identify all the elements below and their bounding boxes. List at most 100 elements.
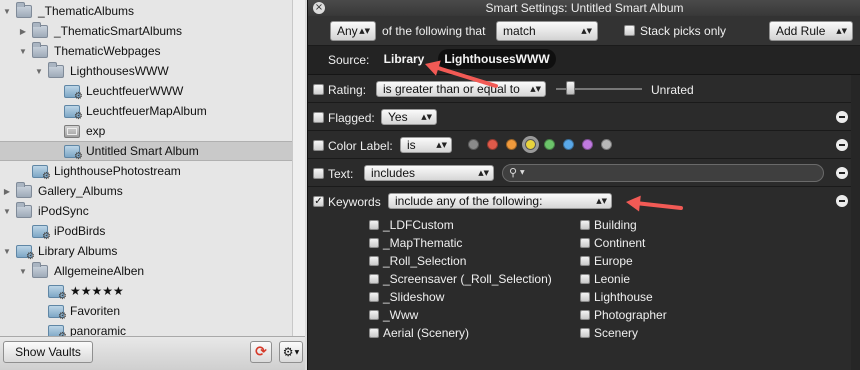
close-icon[interactable]: × — [313, 2, 325, 14]
keyword-label: _Slideshow — [383, 290, 445, 304]
disclosure-collapsed-icon[interactable]: ▶ — [18, 26, 28, 36]
keyword-checkbox[interactable] — [580, 220, 590, 230]
smart-settings-hud: Smart Settings: Untitled Smart Album × A… — [307, 0, 860, 370]
keyword-checkbox[interactable] — [580, 238, 590, 248]
keyword-checkbox[interactable] — [580, 328, 590, 338]
text-checkbox[interactable] — [313, 168, 324, 179]
sidebar-item[interactable]: iPodBirds⚲ — [0, 221, 292, 242]
keyword-checkbox[interactable] — [580, 292, 590, 302]
keyword-checkbox[interactable] — [580, 256, 590, 266]
chevron-down-icon: ▼ — [520, 169, 525, 176]
rating-operator-popup[interactable]: is greater than or equal to ▲▼ — [376, 81, 546, 97]
color-swatch[interactable] — [563, 139, 574, 150]
sidebar-item[interactable]: ▼ iPodSync — [0, 201, 292, 221]
sidebar-item[interactable]: Untitled Smart Album — [0, 141, 292, 162]
disclosure-collapsed-icon[interactable]: ▶ — [2, 186, 12, 196]
sidebar-item[interactable]: ▼ LighthousesWWW — [0, 61, 292, 81]
color-swatch[interactable] — [582, 139, 593, 150]
gear-icon: ⚙ — [282, 345, 294, 359]
hud-scrollbar[interactable] — [851, 75, 860, 370]
sidebar-item[interactable]: ▼ Library Albums — [0, 241, 292, 262]
sync-button[interactable]: ⟳ — [250, 341, 272, 363]
remove-text-rule-button[interactable] — [836, 167, 848, 179]
keywords-checkbox[interactable]: ✓ — [313, 196, 324, 207]
keyword-checkbox[interactable] — [369, 310, 379, 320]
show-vaults-button[interactable]: Show Vaults — [3, 341, 93, 363]
sidebar-item[interactable]: ▼ AllgemeineAlben — [0, 261, 292, 281]
smart-album-icon — [64, 84, 83, 102]
sidebar-item[interactable]: exp4 — [0, 121, 292, 141]
sidebar-item[interactable]: Favoriten⚲ — [0, 301, 292, 322]
sidebar-item[interactable]: LighthousePhotostream⚲ — [0, 161, 292, 182]
sidebar-item[interactable]: ★★★★★⚲ — [0, 281, 292, 302]
sidebar-item-label: _ThematicSmartAlbums — [54, 24, 183, 38]
flagged-label: Flagged: — [328, 111, 375, 125]
folder-icon — [32, 21, 48, 38]
remove-color-label-rule-button[interactable] — [836, 139, 848, 151]
sidebar-item[interactable]: ▼ _ThematicAlbums — [0, 1, 292, 21]
color-swatch[interactable] — [506, 139, 517, 150]
color-label-operator-popup[interactable]: is ▲▼ — [400, 137, 452, 153]
smart-album-icon — [64, 104, 83, 122]
keyword-checkbox[interactable] — [369, 238, 379, 248]
source-lighthouseswww-tab[interactable]: LighthousesWWW — [438, 49, 556, 69]
disclosure-expanded-icon[interactable]: ▼ — [18, 266, 28, 276]
remove-keywords-rule-button[interactable] — [836, 195, 848, 207]
add-rule-button[interactable]: Add Rule ▲▼ — [769, 21, 853, 41]
disclosure-expanded-icon[interactable]: ▼ — [2, 206, 12, 216]
keyword-checkbox[interactable] — [369, 220, 379, 230]
keyword-label: _Roll_Selection — [383, 254, 467, 268]
sidebar-item[interactable]: panoramic⚲ — [0, 321, 292, 336]
sidebar-item[interactable]: LeuchtfeuerMapAlbum⚲ — [0, 101, 292, 122]
sidebar-item[interactable]: ▶ _ThematicSmartAlbums — [0, 21, 292, 41]
action-menu-button[interactable]: ⚙ ▼ — [279, 341, 303, 363]
chevron-updown-icon: ▲▼ — [836, 27, 847, 35]
keyword-checkbox[interactable] — [580, 310, 590, 320]
rating-slider[interactable] — [556, 81, 642, 95]
text-operator-popup[interactable]: includes ▲▼ — [364, 165, 494, 181]
sidebar-item[interactable]: LeuchtfeuerWWW⚲ — [0, 81, 292, 102]
match-scope-popup[interactable]: Any ▲▼ — [330, 21, 376, 41]
flagged-value-popup[interactable]: Yes ▲▼ — [381, 109, 437, 125]
rating-checkbox[interactable] — [313, 84, 324, 95]
keyword-checkbox[interactable] — [369, 274, 379, 284]
color-swatch[interactable] — [525, 139, 536, 150]
color-label-checkbox[interactable] — [313, 140, 324, 151]
match-mode-popup[interactable]: match ▲▼ — [496, 21, 598, 41]
stack-picks-checkbox[interactable] — [624, 25, 635, 36]
smart-album-icon — [48, 304, 67, 322]
folder-icon — [48, 61, 64, 78]
sidebar-item-label: LighthousePhotostream — [54, 164, 181, 178]
disclosure-expanded-icon[interactable]: ▼ — [2, 6, 12, 16]
sidebar-item-label: Gallery_Albums — [38, 184, 123, 198]
keyword-label: Photographer — [594, 308, 667, 322]
keywords-operator-popup[interactable]: include any of the following: ▲▼ — [388, 193, 612, 209]
keyword-checkbox[interactable] — [369, 292, 379, 302]
disclosure-expanded-icon[interactable]: ▼ — [2, 246, 12, 256]
chevron-updown-icon: ▲▼ — [581, 27, 592, 35]
disclosure-expanded-icon[interactable]: ▼ — [34, 66, 44, 76]
color-swatch[interactable] — [601, 139, 612, 150]
sidebar-scrollbar[interactable] — [292, 0, 305, 336]
color-swatch[interactable] — [468, 139, 479, 150]
stack-picks-label: Stack picks only — [640, 24, 727, 38]
sidebar-item[interactable]: ▼ ThematicWebpages — [0, 41, 292, 61]
rating-label: Rating: — [328, 83, 367, 97]
keywords-rule: ✓ Keywords include any of the following:… — [308, 187, 860, 370]
disclosure-expanded-icon[interactable]: ▼ — [18, 46, 28, 56]
rating-slider-knob[interactable] — [566, 81, 575, 95]
source-label: Source: — [328, 53, 370, 67]
keyword-checkbox[interactable] — [369, 256, 379, 266]
flagged-checkbox[interactable] — [313, 112, 324, 123]
sidebar-item[interactable]: ▶ Gallery_Albums — [0, 181, 292, 201]
color-swatch[interactable] — [487, 139, 498, 150]
remove-flagged-rule-button[interactable] — [836, 111, 848, 123]
keyword-checkbox[interactable] — [580, 274, 590, 284]
source-library-tab[interactable]: Library — [378, 49, 430, 69]
text-search-field[interactable]: ⚲ ▼ — [502, 164, 824, 182]
hud-title: Smart Settings: Untitled Smart Album — [308, 0, 860, 16]
flagged-rule: Flagged: Yes ▲▼ — [308, 103, 860, 131]
keyword-checkbox[interactable] — [369, 328, 379, 338]
color-swatch[interactable] — [544, 139, 555, 150]
